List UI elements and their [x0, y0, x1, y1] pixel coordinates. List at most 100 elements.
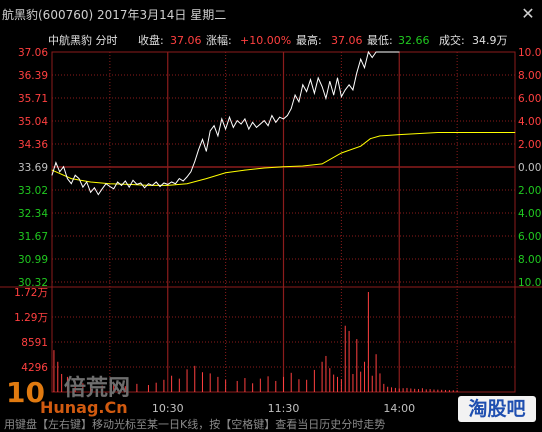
price-series-point	[271, 115, 273, 116]
price-series-point	[391, 51, 392, 53]
footer-hint: 用键盘【左右键】移动光标至某一日K线，按【空格键】查看当日历史分时走势	[4, 418, 386, 431]
avg-price-series-point	[360, 145, 362, 147]
window-titlebar: 航黑豹(600760) 2017年3月14日 星期二 ✕	[0, 0, 542, 30]
price-series-point	[275, 121, 277, 123]
price-series-point	[329, 80, 331, 82]
volume-tick-label: 4296	[21, 362, 48, 374]
price-series-point	[78, 178, 80, 180]
percent-tick-label: 6.00	[518, 93, 541, 105]
chart-header: 中航黑豹 分时 收盘: 37.06 涨幅: +10.00% 最高: 37.06 最低: 32.6…	[48, 33, 508, 47]
price-series-point	[317, 77, 319, 79]
volume-tick-label: 1.72万	[14, 287, 48, 299]
high-value: 37.06	[331, 34, 363, 47]
percent-tick-label: 8.00	[518, 254, 541, 266]
price-tick-label: 35.71	[18, 93, 48, 105]
price-series-point	[59, 171, 61, 173]
avg-price-series-point	[186, 183, 188, 185]
avg-price-series-point	[128, 184, 130, 185]
close-label: 收盘:	[138, 33, 164, 47]
volume-value: 34.9万	[472, 34, 508, 47]
close-icon[interactable]: ✕	[518, 4, 538, 24]
price-series-point	[221, 118, 223, 120]
price-series-point	[182, 180, 184, 182]
price-series-point	[375, 51, 377, 53]
price-series-point	[55, 162, 57, 163]
avg-price-series-point	[476, 132, 477, 133]
watermark-domain: Hunag.Cn	[40, 398, 128, 417]
price-series-point	[67, 178, 68, 180]
avg-price-series-point	[398, 134, 400, 135]
price-series-point	[302, 84, 304, 86]
avg-price-series-point	[205, 178, 207, 180]
avg-price-series-point	[283, 166, 284, 168]
price-tick-label: 30.99	[18, 254, 48, 266]
price-series-point	[240, 123, 242, 125]
price-series-point	[348, 84, 350, 86]
price-series-point	[290, 108, 292, 110]
price-series-point	[51, 174, 53, 176]
price-series-point	[310, 79, 311, 81]
price-tick-label: 33.02	[18, 185, 48, 197]
price-tick-label: 32.34	[18, 208, 48, 220]
avg-price-series-point	[148, 185, 149, 186]
price-series-point	[105, 183, 107, 185]
percent-tick-label: 2.00	[518, 185, 541, 197]
avg-price-series-point	[514, 132, 516, 133]
watermark-taoguba: 淘股吧	[458, 396, 536, 422]
avg-price-series-point	[225, 172, 227, 174]
price-series-point	[387, 51, 389, 53]
price-series-point	[294, 94, 296, 96]
time-axis: 10:30 11:30 14:00	[152, 402, 415, 415]
price-series-point	[267, 125, 269, 127]
price-series-point	[225, 128, 227, 130]
price-series-point	[136, 184, 138, 185]
price-series-point	[337, 77, 338, 79]
price-series-point	[171, 181, 173, 183]
price-tick-label: 31.67	[18, 231, 48, 243]
price-series-point	[383, 51, 385, 53]
price-series-point	[259, 123, 261, 125]
price-series-point	[313, 92, 315, 94]
price-series-point	[344, 89, 346, 91]
price-series-point	[74, 174, 76, 176]
price-series-point	[124, 180, 126, 182]
price-series-point	[325, 98, 327, 99]
price-series-point	[236, 120, 238, 121]
price-series-point	[202, 138, 203, 140]
price-series-point	[70, 183, 72, 185]
price-series-point	[356, 72, 358, 74]
price-series-point	[209, 130, 211, 132]
price-series-point	[205, 150, 207, 152]
price-series-point	[109, 186, 111, 187]
price-series-point	[94, 187, 95, 189]
price-series-point	[167, 184, 169, 185]
price-series-point	[352, 89, 354, 91]
price-series-point	[148, 183, 149, 185]
percent-tick-label: 4.00	[518, 116, 541, 128]
price-series-point	[86, 181, 88, 183]
percent-tick-label: 4.00	[518, 208, 541, 220]
price-series-point	[90, 191, 91, 193]
price-series-point	[283, 118, 284, 120]
price-tick-label: 35.04	[18, 116, 48, 128]
price-series-point	[333, 94, 335, 96]
price-series-point	[340, 96, 342, 98]
window-title: 航黑豹(600760) 2017年3月14日 星期二	[2, 8, 227, 22]
price-series-point	[101, 188, 103, 190]
volume-tick-label: 8591	[21, 337, 48, 349]
percent-tick-label: 8.00	[518, 70, 541, 82]
price-series-point	[63, 166, 64, 168]
price-series-point	[379, 51, 381, 53]
price-series-point	[155, 181, 157, 183]
price-series-point	[194, 161, 196, 162]
price-series-point	[367, 51, 369, 53]
avg-price-series-point	[302, 165, 304, 167]
price-series-point	[263, 120, 265, 121]
avg-price-series-point	[379, 135, 381, 137]
time-tick-label: 11:30	[268, 402, 300, 415]
price-series-point	[151, 185, 153, 186]
close-value: 37.06	[170, 34, 202, 47]
price-series-point	[248, 128, 250, 130]
price-series-point	[163, 182, 165, 184]
volume-label: 成交:	[439, 33, 465, 47]
